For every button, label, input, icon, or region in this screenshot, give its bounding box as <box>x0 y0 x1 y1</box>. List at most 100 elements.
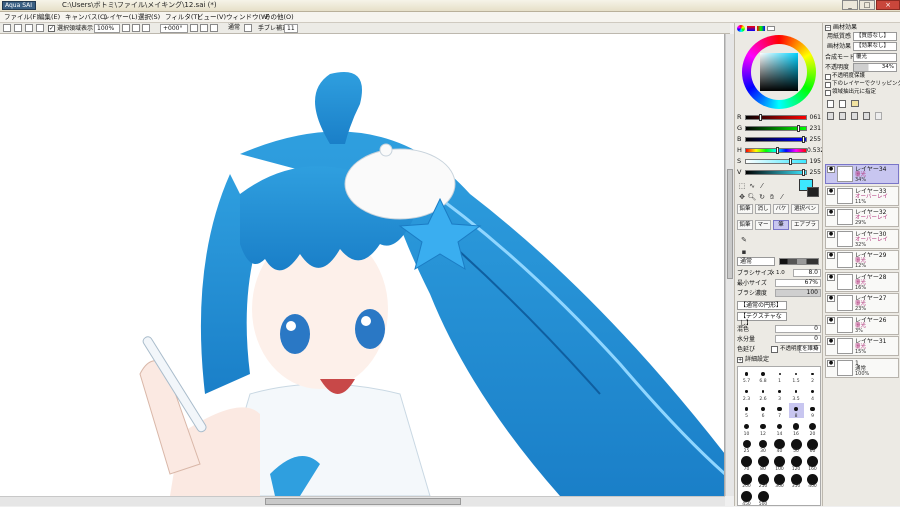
deselect-icon[interactable] <box>25 24 33 32</box>
eye-icon[interactable]: ● <box>827 316 835 324</box>
brush-size-preset[interactable]: 9 <box>805 403 820 419</box>
slider-g[interactable]: G 231 <box>737 124 821 133</box>
min-size-slider[interactable]: 67% <box>775 279 821 287</box>
slider-v-track[interactable] <box>745 169 807 176</box>
layer-item[interactable]: ● レイヤー31 覆光 15% <box>825 336 899 356</box>
brush-size-preset[interactable]: 250 <box>756 473 771 489</box>
layer-opacity-slider[interactable]: 34% <box>853 63 897 72</box>
brush-size-preset[interactable]: 2.3 <box>739 386 754 402</box>
detail-expand-icon[interactable]: + <box>737 357 743 363</box>
stabilizer-icon[interactable] <box>244 24 252 32</box>
vertical-scrollbar[interactable] <box>725 34 734 496</box>
new-linework-layer-icon[interactable] <box>839 100 846 108</box>
layer-item[interactable]: ● レイヤー29 覆光 12% <box>825 250 899 270</box>
layer-blend-select[interactable]: 覆光 <box>853 53 897 62</box>
brush-size-preset[interactable]: 1 <box>772 368 787 384</box>
brush-size-preset[interactable]: 10 <box>739 421 754 437</box>
density-slider[interactable]: 100 <box>775 289 821 297</box>
brush-size-preset[interactable]: 7 <box>772 403 787 419</box>
slider-h-track[interactable] <box>745 147 807 154</box>
menu-select[interactable]: 選択(S) <box>138 13 160 22</box>
color-wheel-mode-icon[interactable] <box>737 25 745 32</box>
brush-size-preset[interactable]: 100 <box>772 456 787 472</box>
swatch-mode-icon[interactable] <box>767 26 775 31</box>
eye-icon[interactable]: ● <box>827 187 835 195</box>
vertical-scroll-thumb[interactable] <box>727 169 733 279</box>
brush-size-preset[interactable]: 4 <box>805 386 820 402</box>
zoom-out-icon[interactable] <box>122 24 130 32</box>
rgb-slider-mode-icon[interactable] <box>747 26 755 31</box>
menu-view[interactable]: ビュー(V) <box>197 13 226 22</box>
invert-selection-icon[interactable] <box>36 24 44 32</box>
background-color-swatch[interactable] <box>807 187 819 197</box>
color-wheel[interactable] <box>742 35 816 109</box>
brush-size-preset[interactable]: 20 <box>805 421 820 437</box>
brush-size-preset[interactable]: 5 <box>739 403 754 419</box>
eye-icon[interactable]: ● <box>827 252 835 259</box>
layer-item[interactable]: ● レイヤー34 覆光 34% <box>825 164 899 184</box>
new-layer-icon[interactable] <box>827 100 834 108</box>
water-slider[interactable]: 0 <box>775 335 821 343</box>
layer-item[interactable]: ● 1 通常 100% <box>825 357 899 378</box>
brush-edge-shape-selector[interactable] <box>779 258 819 265</box>
menu-other[interactable]: その他(O) <box>264 13 294 22</box>
move-icon[interactable]: ✥ <box>737 192 747 202</box>
zoom-in-icon[interactable] <box>132 24 140 32</box>
slider-s-track[interactable] <box>745 158 807 165</box>
slider-r[interactable]: R 061 <box>737 113 821 122</box>
saturation-value-square[interactable] <box>760 53 798 91</box>
brush-size-preset[interactable]: 40 <box>772 438 787 454</box>
brush-size-preset[interactable]: 30 <box>756 438 771 454</box>
brush-size-preset[interactable]: 200 <box>739 473 754 489</box>
drawing-canvas[interactable] <box>0 34 725 496</box>
blend-slider[interactable]: 0 <box>775 325 821 333</box>
brush-blend-select[interactable]: 通常 <box>737 257 775 266</box>
brush-size-slider[interactable]: 8.0 <box>793 269 821 277</box>
texture-collapse-icon[interactable]: − <box>825 25 831 31</box>
stabilizer-select[interactable]: 11 <box>284 24 298 33</box>
paper-texture-select[interactable]: 【質感なし】 <box>853 32 897 41</box>
brush-size-preset[interactable]: 6 <box>756 403 771 419</box>
slider-h[interactable]: H 0.532 <box>737 146 824 155</box>
flip-icon[interactable] <box>210 24 218 32</box>
undo-icon[interactable] <box>3 24 11 32</box>
layer-item[interactable]: ● レイヤー32 オーバーレイ 29% <box>825 207 899 227</box>
brush-size-preset[interactable]: 350 <box>789 473 804 489</box>
menu-filter[interactable]: フィルタ(T) <box>165 13 200 22</box>
protect-opacity-checkbox[interactable] <box>825 74 831 80</box>
eyedropper-icon[interactable]: ⁄ <box>777 192 787 202</box>
layer-item[interactable]: ● レイヤー28 覆光 16% <box>825 271 899 292</box>
slider-v-thumb[interactable] <box>802 169 805 176</box>
selection-source-checkbox[interactable] <box>825 90 831 96</box>
blend-mode-select[interactable]: 通常 <box>226 24 242 33</box>
brush-pencil-2[interactable]: 鉛筆 <box>737 220 753 230</box>
brush-select-pen[interactable]: 選択ペン <box>791 204 819 214</box>
brush-size-preset[interactable]: 450 <box>739 491 754 507</box>
rotate-right-icon[interactable] <box>200 24 208 32</box>
eye-icon[interactable]: ● <box>827 209 835 216</box>
brush-size-preset[interactable]: 60 <box>805 438 820 454</box>
slider-g-track[interactable] <box>745 125 807 132</box>
brush-texture-select[interactable]: 【テクスチャなし】 <box>737 312 787 327</box>
brush-size-preset[interactable]: 16 <box>789 421 804 437</box>
clipping-checkbox[interactable] <box>825 82 831 88</box>
slider-b-thumb[interactable] <box>802 136 805 143</box>
delete-layer-icon[interactable] <box>875 112 882 120</box>
close-button[interactable]: × <box>876 0 900 10</box>
slider-v[interactable]: V 255 <box>737 168 821 177</box>
selection-tool-icon[interactable]: ⬚ <box>737 181 747 191</box>
brush-size-preset[interactable]: 160 <box>805 456 820 472</box>
eye-icon[interactable]: ● <box>827 295 835 302</box>
brush-size-preset[interactable]: 1.5 <box>789 368 804 384</box>
clear-layer-icon[interactable] <box>839 112 846 120</box>
blur-icon[interactable]: ▪ <box>739 247 749 257</box>
slider-b[interactable]: B 255 <box>737 135 821 144</box>
brush-brush[interactable]: 筆 <box>773 220 789 230</box>
horizontal-scroll-thumb[interactable] <box>265 498 461 505</box>
minimize-button[interactable]: _ <box>842 0 858 10</box>
brush-size-preset[interactable]: 400 <box>805 473 820 489</box>
layer-item[interactable]: ● レイヤー30 オーバーレイ 32% <box>825 228 899 249</box>
eye-icon[interactable]: ● <box>827 338 835 345</box>
eye-icon[interactable]: ● <box>827 166 835 173</box>
zoom-select[interactable]: 100% <box>94 24 120 33</box>
